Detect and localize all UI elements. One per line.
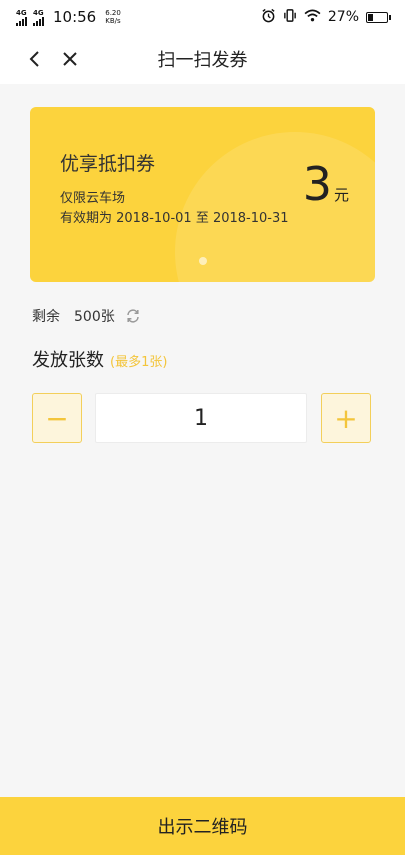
battery-percent: 27% (327, 9, 359, 25)
coupon-amount: 3 元 (303, 161, 349, 207)
close-icon (63, 52, 77, 66)
coupon-amount-value: 3 (302, 157, 332, 211)
speed-value: 6.20 (105, 9, 121, 17)
quantity-input[interactable] (95, 393, 307, 443)
clock: 10:56 (53, 8, 97, 26)
remaining-count: 500张 (74, 309, 115, 325)
coupon-title: 优享抵扣券 (60, 153, 156, 175)
coupon-amount-unit: 元 (333, 186, 349, 204)
signal-icon-sim2: 4G (33, 9, 44, 26)
status-bar: 4G 4G 10:56 6.20 KB/s 27% (0, 0, 405, 34)
sim1-label: 4G (16, 8, 27, 17)
coupon-validity: 有效期为 2018-10-01 至 2018-10-31 (60, 211, 289, 226)
increase-button[interactable]: + (321, 393, 371, 443)
issue-count-label: 发放张数 (32, 350, 104, 371)
signal-icon-sim1: 4G (16, 9, 27, 26)
speed-unit: KB/s (105, 17, 121, 25)
issue-count-row: 发放张数 (最多1张) (32, 346, 167, 372)
network-speed: 6.20 KB/s (105, 9, 121, 25)
back-arrow-icon (29, 51, 39, 67)
back-button[interactable] (16, 34, 52, 84)
quantity-stepper: − + (32, 393, 372, 443)
close-button[interactable] (52, 34, 88, 84)
alarm-icon (261, 8, 276, 27)
sim2-label: 4G (33, 8, 44, 17)
coupon-scope: 仅限云车场 (60, 191, 126, 206)
status-left: 4G 4G 10:56 6.20 KB/s (16, 8, 121, 26)
vibrate-icon (283, 8, 297, 27)
refresh-icon (126, 309, 139, 323)
show-qrcode-button[interactable]: 出示二维码 (0, 797, 405, 855)
wifi-icon (304, 9, 321, 26)
status-right: 27% (261, 8, 391, 27)
remaining-row: 剩余 500张 (32, 306, 141, 326)
coupon-card[interactable]: 优享抵扣券 仅限云车场 有效期为 2018-10-01 至 2018-10-31… (30, 107, 375, 282)
refresh-button[interactable] (125, 308, 141, 324)
issue-count-hint: (最多1张) (110, 355, 168, 370)
decrease-button[interactable]: − (32, 393, 82, 443)
remaining-label: 剩余 (32, 309, 60, 325)
pager-dot (199, 257, 207, 265)
nav-header: 扫一扫发券 (0, 34, 405, 84)
battery-icon (366, 11, 391, 23)
